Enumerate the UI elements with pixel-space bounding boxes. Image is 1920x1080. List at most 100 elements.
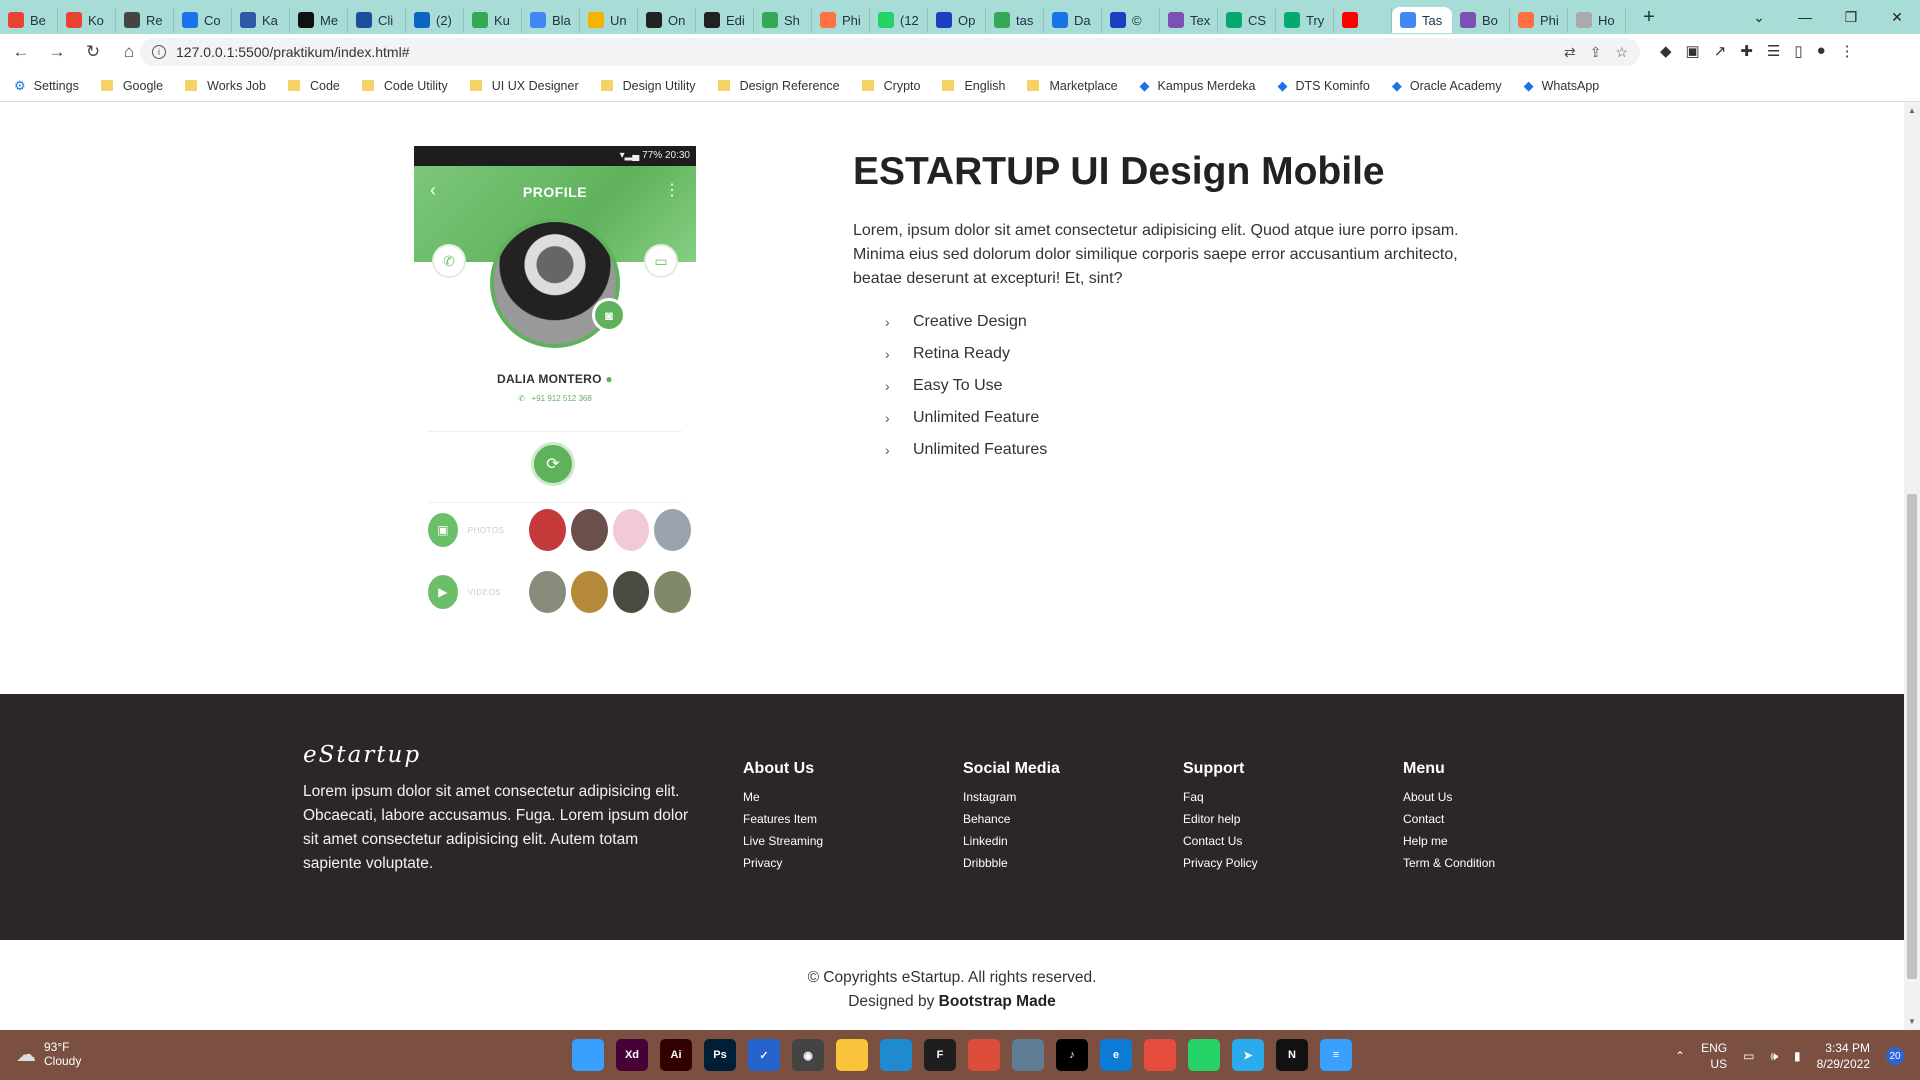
browser-tab[interactable]: Co <box>174 7 232 33</box>
adobe-illustrator-icon[interactable]: Ai <box>660 1039 692 1071</box>
site-info-icon[interactable]: i <box>152 45 166 59</box>
bookmark-item[interactable]: Crypto <box>861 79 920 93</box>
volume-icon[interactable]: 🕪 <box>1770 1049 1778 1064</box>
extension-icon[interactable]: ◆ <box>1660 42 1672 60</box>
footer-link[interactable]: Me <box>743 786 823 808</box>
bookmark-item[interactable]: ◆ DTS Kominfo <box>1278 78 1370 94</box>
forward-button[interactable]: → <box>42 42 72 62</box>
scrollbar-thumb[interactable] <box>1907 494 1917 979</box>
bookmark-item[interactable]: Code <box>287 79 340 93</box>
bookmark-item[interactable]: Code Utility <box>361 79 448 93</box>
browser-tab[interactable]: Un <box>580 7 638 33</box>
browser-tab[interactable]: Cli <box>348 7 406 33</box>
browser-tab[interactable]: Try <box>1276 7 1334 33</box>
bookmark-item[interactable]: ◆ Kampus Merdeka <box>1140 78 1256 94</box>
new-tab-button[interactable]: + <box>1634 6 1664 29</box>
language-indicator[interactable]: ENG US <box>1701 1040 1727 1072</box>
browser-tab[interactable]: Ko <box>58 7 116 33</box>
adobe-xd-icon[interactable]: Xd <box>616 1039 648 1071</box>
vscode-icon[interactable] <box>880 1039 912 1071</box>
menu-kebab-icon[interactable]: ⋮ <box>1840 42 1855 60</box>
bookmark-star-icon[interactable]: ☆ <box>1615 44 1628 61</box>
todo-icon[interactable]: ✓ <box>748 1039 780 1071</box>
browser-tab[interactable]: Tas✕ <box>1392 7 1452 33</box>
browser-tab[interactable]: CS <box>1218 7 1276 33</box>
footer-link[interactable]: Instagram <box>963 786 1060 808</box>
adobe-photoshop-icon[interactable]: Ps <box>704 1039 736 1071</box>
footer-link[interactable]: Features Item <box>743 808 823 830</box>
footer-link[interactable]: About Us <box>1403 786 1495 808</box>
restore-button[interactable]: ❐ <box>1828 9 1874 26</box>
reload-button[interactable]: ↻ <box>78 42 108 62</box>
photos-icon[interactable] <box>1012 1039 1044 1071</box>
weather-widget[interactable]: ☁ 93°F Cloudy <box>16 1040 81 1068</box>
browser-tab[interactable]: © <box>1102 7 1160 33</box>
browser-tab[interactable]: (12 <box>870 7 928 33</box>
browser-tab[interactable]: Ka <box>232 7 290 33</box>
browser-tab[interactable]: Da <box>1044 7 1102 33</box>
extension-icon[interactable]: ▣ <box>1686 42 1700 60</box>
bookmark-item[interactable]: UI UX Designer <box>469 79 579 93</box>
browser-tab[interactable]: Bla <box>522 7 580 33</box>
reading-list-icon[interactable]: ☰ <box>1767 42 1780 60</box>
browser-tab[interactable]: Ku <box>464 7 522 33</box>
browser-tab[interactable]: Me <box>290 7 348 33</box>
browser-tab[interactable]: Tex <box>1160 7 1218 33</box>
bookmark-item[interactable]: Design Utility <box>600 79 696 93</box>
file-explorer-icon[interactable] <box>836 1039 868 1071</box>
footer-link[interactable]: Live Streaming <box>743 830 823 852</box>
footer-link[interactable]: Help me <box>1403 830 1495 852</box>
browser-tab[interactable]: Bo <box>1452 7 1510 33</box>
bookmark-item[interactable]: ◆ WhatsApp <box>1524 78 1600 94</box>
bookmark-item[interactable]: Works Job <box>185 79 266 93</box>
side-panel-icon[interactable]: ▯ <box>1794 42 1802 60</box>
credits-link[interactable]: Bootstrap Made <box>939 993 1056 1010</box>
url-input[interactable]: i 127.0.0.1:5500/praktikum/index.html# ⇄… <box>140 38 1640 66</box>
footer-link[interactable]: Term & Condition <box>1403 852 1495 874</box>
bookmark-item[interactable]: Marketplace <box>1027 79 1118 93</box>
footer-link[interactable]: Editor help <box>1183 808 1258 830</box>
bookmark-item[interactable]: Design Reference <box>717 79 840 93</box>
back-button[interactable]: ← <box>6 42 36 62</box>
puzzle-icon[interactable]: ✚ <box>1740 42 1753 60</box>
scroll-up-icon[interactable]: ▲ <box>1908 106 1916 115</box>
camera-app-icon[interactable]: ◉ <box>792 1039 824 1071</box>
browser-tab[interactable]: Edi <box>696 7 754 33</box>
footer-link[interactable]: Dribbble <box>963 852 1060 874</box>
chevron-up-icon[interactable]: ⌃ <box>1675 1049 1685 1063</box>
notion-icon[interactable]: N <box>1276 1039 1308 1071</box>
browser-tab[interactable]: Phi <box>812 7 870 33</box>
notepad-icon[interactable]: ≡ <box>1320 1039 1352 1071</box>
bookmark-item[interactable]: ⚙ Settings <box>14 78 79 94</box>
bookmark-item[interactable]: ◆ Oracle Academy <box>1392 78 1502 94</box>
browser-tab[interactable]: Op <box>928 7 986 33</box>
browser-tab[interactable]: Ho <box>1568 7 1626 33</box>
tab-search-icon[interactable]: ⌄ <box>1736 9 1782 26</box>
edge-icon[interactable]: e <box>1100 1039 1132 1071</box>
telegram-icon[interactable]: ➤ <box>1232 1039 1264 1071</box>
browser-tab[interactable] <box>1334 7 1392 33</box>
minimize-button[interactable]: — <box>1782 9 1828 25</box>
clock[interactable]: 3:34 PM 8/29/2022 <box>1817 1040 1870 1072</box>
browser-tab[interactable]: tas <box>986 7 1044 33</box>
browser-tab[interactable]: Phi <box>1510 7 1568 33</box>
page-scrollbar[interactable]: ▲ ▼ <box>1904 102 1920 1030</box>
footer-link[interactable]: Linkedin <box>963 830 1060 852</box>
browser-tab[interactable]: On <box>638 7 696 33</box>
footer-link[interactable]: Privacy <box>743 852 823 874</box>
browser-tab[interactable]: Sh <box>754 7 812 33</box>
footer-link[interactable]: Behance <box>963 808 1060 830</box>
browser-tab[interactable]: (2) <box>406 7 464 33</box>
display-icon[interactable]: ▭ <box>1743 1049 1754 1063</box>
browser-tab[interactable]: Re <box>116 7 174 33</box>
bookmark-item[interactable]: Google <box>100 79 163 93</box>
whatsapp-icon[interactable] <box>1188 1039 1220 1071</box>
chrome-icon[interactable] <box>968 1039 1000 1071</box>
footer-link[interactable]: Contact Us <box>1183 830 1258 852</box>
office-icon[interactable] <box>1144 1039 1176 1071</box>
footer-brand-logo[interactable]: eStartup <box>303 742 421 768</box>
browser-tab[interactable]: Be <box>0 7 58 33</box>
windows-start-icon[interactable] <box>572 1039 604 1071</box>
profile-avatar[interactable]: ● <box>1817 42 1826 60</box>
notification-badge[interactable]: 20 <box>1886 1047 1904 1065</box>
